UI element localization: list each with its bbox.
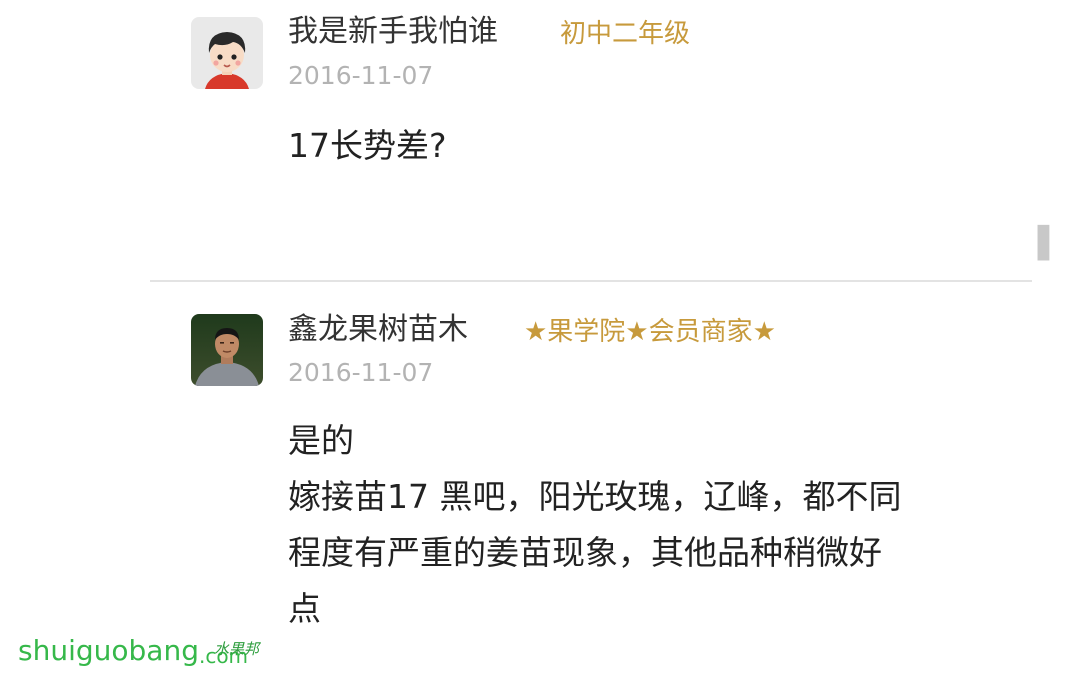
user-avatar[interactable] [191,314,263,386]
more-icon[interactable]: ▐ [1026,226,1049,261]
user-badge: ★果学院★会员商家★ [524,317,776,347]
comment-text-line: 点 [288,589,321,628]
user-badge: 初中二年级 [560,19,691,49]
man-photo-avatar-icon [191,314,263,386]
comment-text-line: 是的 [288,421,354,460]
username[interactable]: 鑫龙果树苗木 [288,312,468,348]
comment-text-line: 程度有严重的姜苗现象，其他品种稍微好 [288,533,882,572]
comment-text: 17长势差? [288,126,447,165]
comment-thread: 我是新手我怕谁 初中二年级 2016-11-07 17长势差? ▐ 鑫龙果树苗木… [0,0,1078,686]
cartoon-boy-avatar-icon [191,17,263,89]
comment-text-line: 嫁接苗17 黑吧，阳光玫瑰，辽峰，都不同 [288,477,902,516]
comment-divider [150,280,1032,282]
comment-date: 2016-11-07 [288,61,434,90]
comment-date: 2016-11-07 [288,358,434,387]
watermark-brand: 水果邦 [214,640,260,658]
username[interactable]: 我是新手我怕谁 [288,14,498,50]
watermark-site: shuiguobang [18,634,199,667]
site-watermark: shuiguobang.com 水果邦 [18,634,259,670]
user-avatar[interactable] [191,17,263,89]
